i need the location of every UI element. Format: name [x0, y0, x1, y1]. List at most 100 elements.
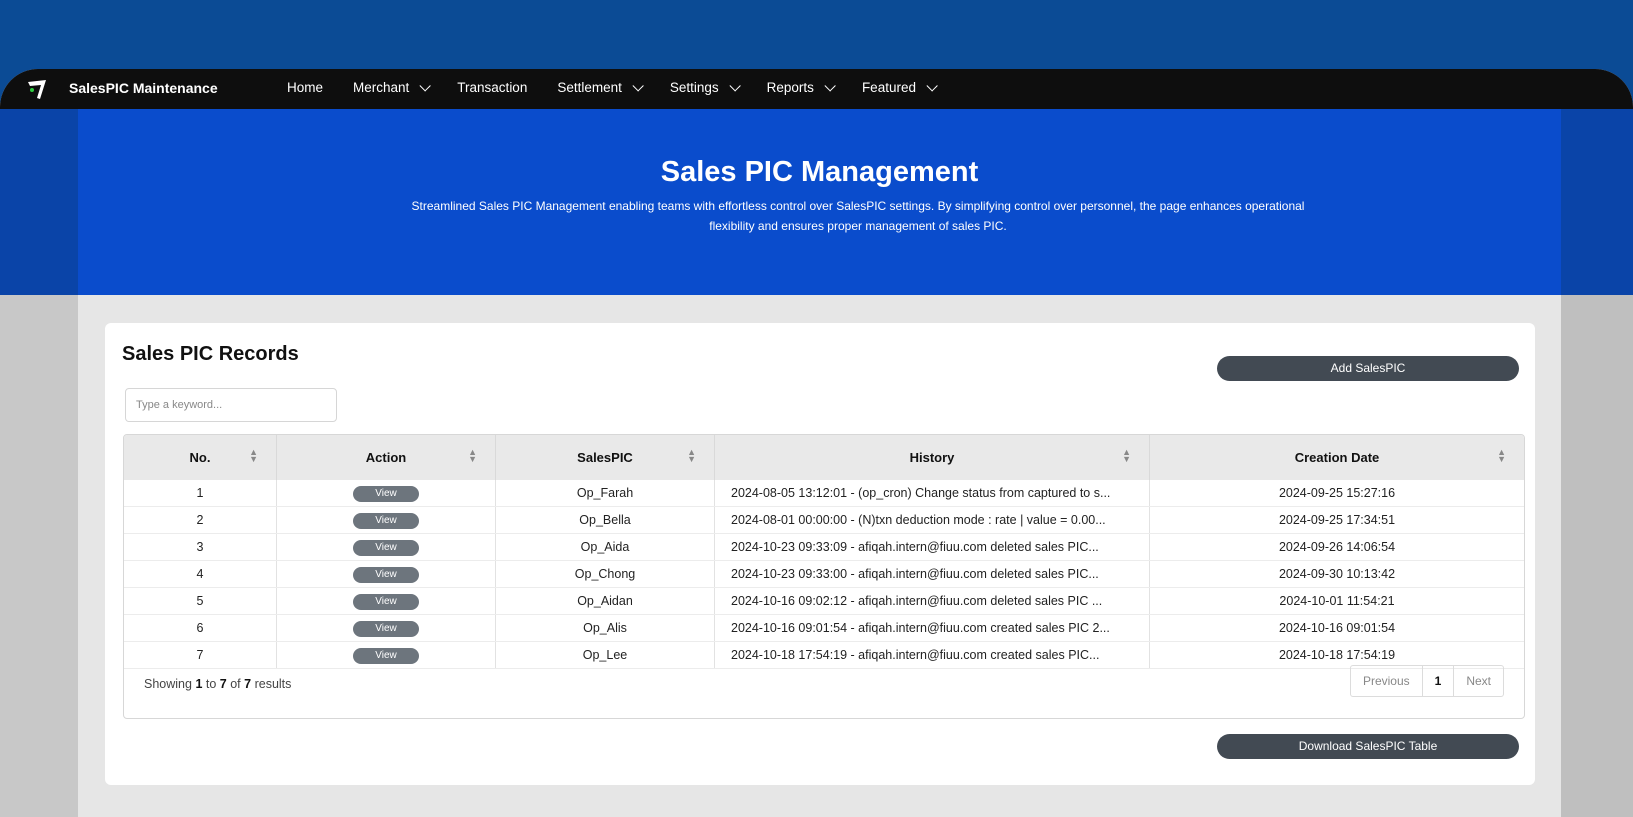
table-row: 6 View Op_Alis 2024-10-16 09:01:54 - afiqah…	[124, 614, 1524, 642]
column-label: History	[909, 450, 955, 465]
view-button[interactable]: View	[353, 620, 419, 637]
column-header-action[interactable]: Action ▲ ▼	[276, 435, 496, 480]
action-cell: View	[276, 641, 496, 669]
records-table: No. ▲ ▼ Action ▲ ▼ SalesPIC ▲ ▼ History ▲ ▼ Crea…	[123, 434, 1525, 719]
table-row: 7 View Op_Lee 2024-10-18 17:54:19 - afiqah.…	[124, 641, 1524, 669]
column-header-no[interactable]: No. ▲ ▼	[124, 435, 277, 480]
banner-side-right	[1561, 109, 1633, 295]
nav-item-transaction[interactable]: Transaction	[457, 80, 527, 95]
column-label: Creation Date	[1294, 450, 1380, 465]
sort-icon[interactable]: ▲ ▼	[1122, 448, 1131, 464]
view-button[interactable]: View	[353, 593, 419, 610]
previous-page-button[interactable]: Previous	[1351, 666, 1422, 696]
history-text: 2024-10-18 17:54:19 - afiqah.intern@fiuu…	[714, 641, 1150, 669]
action-cell: View	[276, 480, 496, 507]
side-panel-right	[1561, 295, 1633, 817]
column-label: No.	[189, 450, 211, 465]
action-cell: View	[276, 506, 496, 534]
banner-side-left	[0, 109, 78, 295]
creation-date: 2024-10-01 11:54:21	[1149, 587, 1524, 615]
history-text: 2024-10-23 09:33:09 - afiqah.intern@fiuu…	[714, 533, 1150, 561]
nav-item-label: Settlement	[557, 80, 622, 95]
results-summary: Showing 1 to 7 of 7 results	[144, 677, 292, 691]
chevron-down-icon	[632, 79, 644, 92]
salespic-name: Op_Lee	[495, 641, 715, 669]
sort-icon[interactable]: ▲ ▼	[1497, 448, 1506, 464]
column-label: SalesPIC	[577, 450, 633, 465]
nav-item-reports[interactable]: Reports	[766, 79, 836, 95]
view-button[interactable]: View	[353, 539, 419, 556]
chevron-down-icon	[419, 79, 432, 92]
creation-date: 2024-09-30 10:13:42	[1149, 560, 1524, 588]
creation-date: 2024-10-16 09:01:54	[1149, 614, 1524, 642]
nav-item-settings[interactable]: Settings	[669, 79, 741, 95]
chevron-down-icon	[824, 79, 836, 92]
nav-item-settlement[interactable]: Settlement	[557, 79, 644, 95]
creation-date: 2024-09-25 15:27:16	[1149, 480, 1524, 507]
column-label: Action	[365, 450, 407, 465]
sort-icon[interactable]: ▲ ▼	[249, 448, 258, 464]
logo-icon	[28, 80, 46, 99]
table-row: 5 View Op_Aidan 2024-10-16 09:02:12 - afiqa…	[124, 587, 1524, 615]
sort-icon[interactable]: ▲ ▼	[687, 448, 696, 464]
records-card: Sales PIC Records Add SalesPIC No. ▲▼ Act…	[105, 323, 1535, 785]
nav-item-featured[interactable]: Featured	[861, 79, 938, 95]
salespic-name: Op_Aidan	[495, 587, 715, 615]
view-button[interactable]: View	[353, 485, 419, 502]
chevron-down-icon	[729, 79, 741, 92]
chevron-down-icon	[926, 79, 938, 92]
view-button[interactable]: View	[353, 566, 419, 583]
row-number: 6	[124, 614, 277, 642]
nav-item-label: Reports	[766, 80, 814, 95]
history-text: 2024-08-01 00:00:00 - (N)txn deduction m…	[714, 506, 1150, 534]
row-number: 2	[124, 506, 277, 534]
records-title: Sales PIC Records	[122, 343, 299, 365]
salespic-name: Op_Bella	[495, 506, 715, 534]
nav-item-merchant[interactable]: Merchant	[353, 79, 432, 95]
history-text: 2024-10-16 09:01:54 - afiqah.intern@fiuu…	[714, 614, 1150, 642]
page-button-current[interactable]: 1	[1421, 666, 1455, 696]
action-cell: View	[276, 560, 496, 588]
table-header-row: No. ▲ ▼ Action ▲ ▼ SalesPIC ▲ ▼ History ▲ ▼ Crea…	[124, 435, 1524, 480]
nav-item-label: Settings	[669, 80, 719, 95]
column-header-salespic[interactable]: SalesPIC ▲ ▼	[495, 435, 715, 480]
history-text: 2024-10-16 09:02:12 - afiqah.intern@fiuu…	[714, 587, 1150, 615]
page-description: Streamlined Sales PIC Management enablin…	[411, 199, 1305, 233]
action-cell: View	[276, 587, 496, 615]
nav-item-home[interactable]: Home	[287, 80, 323, 95]
add-salespic-button[interactable]: Add SalesPIC	[1217, 356, 1519, 381]
salespic-name: Op_Farah	[495, 480, 715, 507]
creation-date: 2024-09-26 14:06:54	[1149, 533, 1524, 561]
brand-name[interactable]: SalesPIC Maintenance	[69, 80, 218, 96]
view-button[interactable]: View	[353, 512, 419, 529]
sort-icon[interactable]: ▲ ▼	[468, 448, 477, 464]
row-number: 5	[124, 587, 277, 615]
creation-date: 2024-09-25 17:34:51	[1149, 506, 1524, 534]
nav-menu: Home Merchant Transaction Settlement Setting…	[287, 79, 964, 95]
action-cell: View	[276, 533, 496, 561]
navbar: SalesPIC Maintenance Home Merchant Transac…	[0, 69, 1633, 109]
table-row: 1 View Op_Farah 2024-08-05 13:12:01 - (op_c…	[124, 480, 1524, 507]
table-row: 2 View Op_Bella 2024-08-01 00:00:00 - (N)tx…	[124, 506, 1524, 534]
column-header-history[interactable]: History ▲ ▼	[714, 435, 1150, 480]
nav-item-label: Featured	[861, 80, 916, 95]
salespic-name: Op_Alis	[495, 614, 715, 642]
download-table-button[interactable]: Download SalesPIC Table	[1217, 734, 1519, 759]
hero-banner: Sales PIC Management Streamlined Sales P…	[78, 109, 1561, 295]
next-page-button[interactable]: Next	[1454, 666, 1503, 696]
column-header-creation-date[interactable]: Creation Date ▲ ▼	[1149, 435, 1524, 480]
row-number: 3	[124, 533, 277, 561]
salespic-name: Op_Aida	[495, 533, 715, 561]
page-title: Sales PIC Management	[660, 156, 979, 188]
row-number: 4	[124, 560, 277, 588]
search-input[interactable]	[125, 388, 337, 422]
salespic-name: Op_Chong	[495, 560, 715, 588]
table-row: 3 View Op_Aida 2024-10-23 09:33:09 - afiqah…	[124, 533, 1524, 561]
side-panel-left	[0, 295, 78, 817]
history-text: 2024-10-23 09:33:00 - afiqah.intern@fiuu…	[714, 560, 1150, 588]
history-text: 2024-08-05 13:12:01 - (op_cron) Change s…	[714, 480, 1150, 507]
row-number: 7	[124, 641, 277, 669]
view-button[interactable]: View	[353, 647, 419, 664]
nav-item-label: Home	[287, 80, 324, 95]
action-cell: View	[276, 614, 496, 642]
